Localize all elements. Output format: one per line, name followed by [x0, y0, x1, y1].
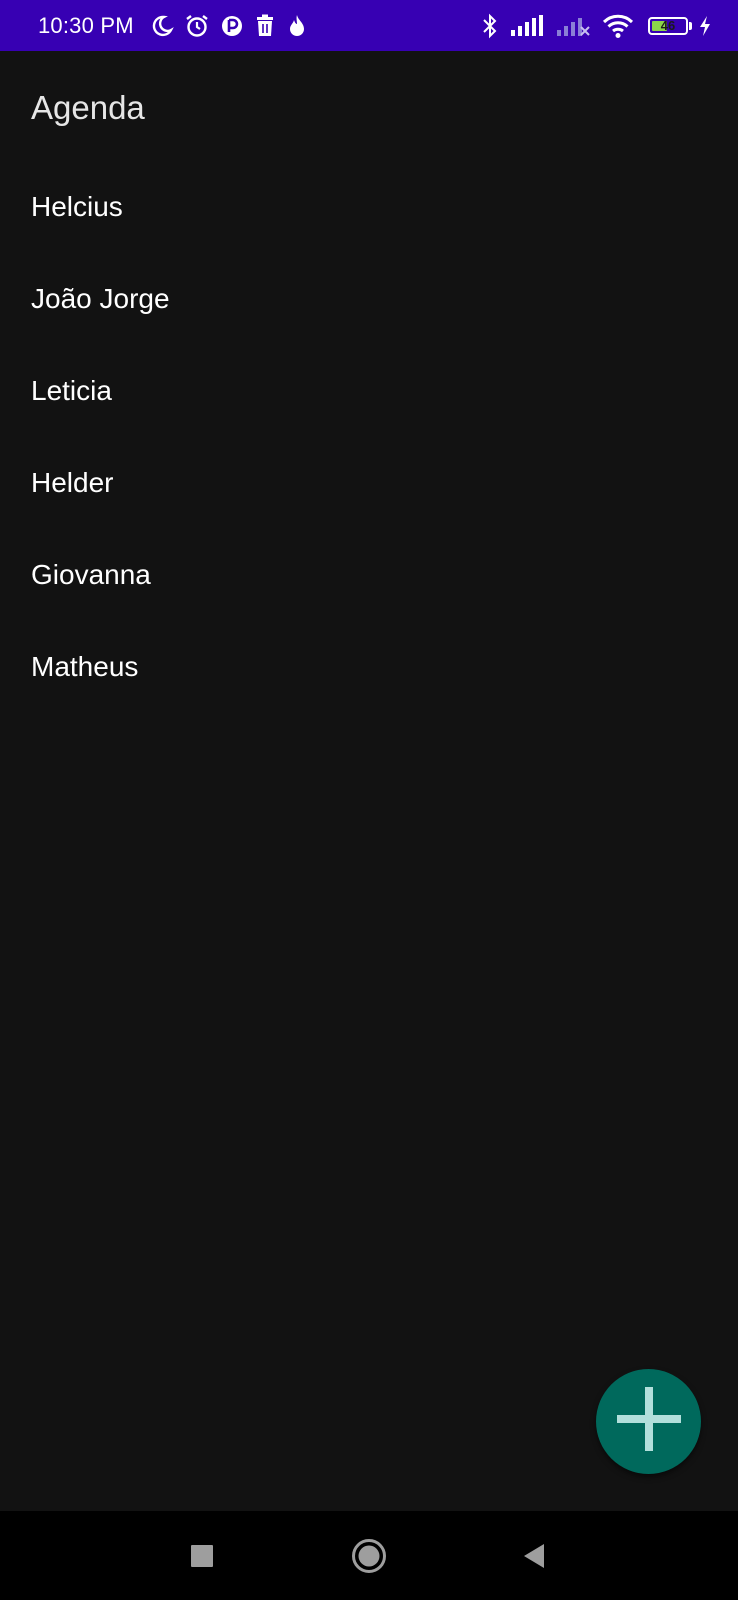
status-time: 10:30 PM	[38, 12, 134, 38]
alarm-icon	[184, 13, 210, 39]
battery-icon: 46	[648, 16, 692, 35]
wifi-icon	[602, 13, 634, 39]
page-title: Agenda	[31, 89, 145, 126]
battery-body: 46	[648, 16, 688, 35]
battery-tip	[689, 21, 692, 30]
recents-button[interactable]	[162, 1511, 242, 1600]
trash-icon	[254, 14, 276, 38]
charging-icon	[698, 15, 712, 37]
list-item[interactable]: Matheus	[0, 621, 738, 713]
status-bar-left: 10:30 PM	[38, 13, 308, 39]
list-item[interactable]: Leticia	[0, 345, 738, 437]
back-button[interactable]	[494, 1511, 574, 1600]
flame-icon	[286, 14, 308, 38]
triangle-back-icon	[524, 1543, 544, 1568]
main-content: Agenda Helcius João Jorge Leticia Helder…	[0, 51, 738, 1511]
home-button[interactable]	[329, 1511, 409, 1600]
status-bar: 10:30 PM 46	[0, 0, 738, 51]
signal-no-service-icon	[556, 15, 590, 37]
list-item[interactable]: Helder	[0, 437, 738, 529]
square-icon	[191, 1544, 213, 1567]
list-item[interactable]: João Jorge	[0, 253, 738, 345]
moon-icon	[150, 14, 174, 38]
bluetooth-icon	[482, 13, 498, 39]
list-item[interactable]: Giovanna	[0, 529, 738, 621]
contact-list: Helcius João Jorge Leticia Helder Giovan…	[0, 161, 738, 713]
status-bar-right: 46	[470, 13, 712, 39]
circle-icon	[352, 1538, 386, 1573]
plus-icon	[616, 1387, 681, 1456]
add-contact-button[interactable]	[596, 1369, 701, 1474]
battery-level: 46	[660, 17, 676, 33]
navigation-bar	[0, 1511, 738, 1600]
list-item[interactable]: Helcius	[0, 161, 738, 253]
signal-icon	[510, 14, 544, 37]
app-notification-icon	[220, 14, 244, 38]
